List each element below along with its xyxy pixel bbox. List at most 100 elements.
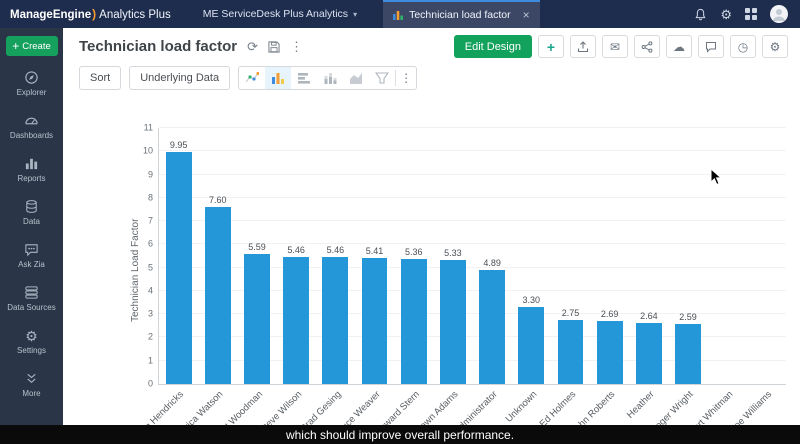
sidebar-item-dashboards[interactable]: Dashboards xyxy=(0,105,63,148)
chart-bar[interactable] xyxy=(322,256,349,384)
tab-label: Technician load factor xyxy=(409,9,511,21)
bar-value-label: 5.33 xyxy=(444,247,462,258)
bell-icon[interactable] xyxy=(694,8,707,21)
share-button[interactable] xyxy=(634,35,660,58)
chart-bar[interactable] xyxy=(244,253,270,384)
chart-bar[interactable] xyxy=(557,320,584,384)
chart-bar[interactable] xyxy=(518,307,545,384)
report-header: Technician load factor ⟳ ⋮ Edit Design + xyxy=(63,28,800,60)
gear-icon[interactable]: ⚙ xyxy=(720,8,732,21)
email-button[interactable]: ✉ xyxy=(602,35,628,58)
bar-slot: 2.69 John Roberts xyxy=(570,128,629,437)
edit-design-button[interactable]: Edit Design xyxy=(453,35,532,58)
sidebar-item-label: Ask Zia xyxy=(18,260,45,269)
chart-bar[interactable] xyxy=(675,323,701,384)
sidebar-item-settings[interactable]: ⚙ Settings xyxy=(0,320,63,363)
chart-bar[interactable] xyxy=(479,270,506,384)
database-icon xyxy=(26,200,37,213)
close-icon[interactable]: × xyxy=(523,8,530,22)
plus-icon: + xyxy=(12,39,20,53)
topbar-actions: ⚙ xyxy=(694,5,800,23)
more-options-icon[interactable]: ⋮ xyxy=(290,40,303,53)
chat-bubble-icon xyxy=(25,244,38,257)
bar-value-label: 2.59 xyxy=(679,311,697,322)
refresh-icon[interactable]: ⟳ xyxy=(247,40,258,53)
bar-slot: 5.46 Steve Wilson xyxy=(257,128,316,436)
chart-type-more-icon[interactable]: ⋮ xyxy=(396,71,416,85)
export-icon xyxy=(577,40,589,52)
chart-bar[interactable] xyxy=(439,259,466,384)
chart-type-stacked-icon[interactable] xyxy=(317,67,343,89)
schedule-button[interactable]: ◷ xyxy=(730,35,756,58)
chart-bar[interactable] xyxy=(361,258,388,384)
add-button[interactable]: + xyxy=(538,35,564,58)
publish-button[interactable]: ☁ xyxy=(666,35,692,58)
chart-type-column-icon[interactable] xyxy=(265,67,292,89)
bar-slot: 5.41 Bruce Weaver xyxy=(332,128,394,439)
bar-value-label: 5.36 xyxy=(404,247,423,258)
topbar: ManageEngine ) Analytics Plus ME Service… xyxy=(0,0,800,28)
y-axis-tick-label: 11 xyxy=(143,122,153,133)
sidebar-item-data-sources[interactable]: Data Sources xyxy=(0,277,63,320)
chart-type-switcher: ⋮ xyxy=(238,66,418,90)
bar-slot: 4.89 administrator xyxy=(453,128,512,436)
create-button[interactable]: + Create xyxy=(5,36,58,56)
export-button[interactable] xyxy=(570,35,596,58)
bar-value-label: 7.60 xyxy=(209,195,227,206)
report-toolbar: Sort Underlying Data ⋮ xyxy=(63,60,800,94)
bar-value-label: 5.46 xyxy=(326,244,345,255)
main-content: Technician load factor ⟳ ⋮ Edit Design + xyxy=(63,28,800,444)
chart-type-area-icon[interactable] xyxy=(343,67,369,89)
caption-bar: which should improve overall performance… xyxy=(0,425,800,444)
brand-separator-icon: ) xyxy=(92,7,97,21)
page-title: Technician load factor xyxy=(79,38,238,55)
chart-bar[interactable] xyxy=(635,322,662,384)
sidebar-item-more[interactable]: More xyxy=(0,363,63,406)
mail-icon: ✉ xyxy=(609,39,621,54)
x-axis-category-label: Heather xyxy=(624,389,657,421)
sidebar-item-label: Data xyxy=(23,217,40,226)
chart-type-bar-icon[interactable] xyxy=(291,67,317,89)
sidebar-item-label: Data Sources xyxy=(7,303,56,312)
underlying-data-button[interactable]: Underlying Data xyxy=(129,66,231,90)
sidebar-item-label: Dashboards xyxy=(9,131,54,140)
sort-button[interactable]: Sort xyxy=(79,66,122,90)
save-icon[interactable] xyxy=(268,40,280,53)
y-axis-tick-label: 10 xyxy=(142,145,153,156)
settings-button[interactable]: ⚙ xyxy=(762,35,788,58)
comment-icon xyxy=(706,41,716,53)
sidebar-item-explorer[interactable]: Explorer xyxy=(0,62,63,105)
bar-value-label: 5.59 xyxy=(248,241,266,252)
comment-button[interactable] xyxy=(698,35,724,58)
tab-technician-load-factor[interactable]: Technician load factor × xyxy=(383,0,540,28)
chart-type-scatter-icon[interactable] xyxy=(239,67,265,89)
bar-value-label: 2.75 xyxy=(561,308,580,318)
sidebar-item-label: Settings xyxy=(17,345,46,355)
chart-bar[interactable] xyxy=(204,207,231,384)
sidebar-item-label: More xyxy=(22,389,41,398)
chart-bar[interactable] xyxy=(165,152,192,384)
bar-slot: Robert Whitman xyxy=(679,128,747,444)
brand-manageengine: ManageEngine xyxy=(10,9,92,21)
chart-bar[interactable] xyxy=(596,321,623,384)
sidebar-item-label: Explorer xyxy=(16,88,47,97)
bar-slot: 5.33 Shawn Adams xyxy=(410,128,472,440)
chart-bar[interactable] xyxy=(400,259,427,384)
workspace-selector[interactable]: ME ServiceDesk Plus Analytics ▾ xyxy=(203,8,357,20)
chart-container: Technician Load Factor 9.95 Lynn Hendrick… xyxy=(126,116,800,444)
bar-value-label: 3.30 xyxy=(522,295,541,306)
user-avatar[interactable] xyxy=(770,5,788,23)
chart-type-funnel-icon[interactable] xyxy=(369,67,395,89)
sidebar-item-ask-zia[interactable]: Ask Zia xyxy=(0,234,63,277)
double-chevron-down-icon xyxy=(27,373,36,383)
chart-bar[interactable] xyxy=(283,256,310,384)
compass-icon xyxy=(25,71,38,84)
y-axis-tick-label: 0 xyxy=(147,378,153,389)
sidebar-item-reports[interactable]: Reports xyxy=(0,148,63,191)
bar-value-label: 2.69 xyxy=(600,309,619,320)
workspace-name: ME ServiceDesk Plus Analytics xyxy=(202,8,349,20)
apps-grid-icon[interactable] xyxy=(745,8,757,20)
x-axis-category-label: Unknown xyxy=(503,389,540,425)
sidebar-item-data[interactable]: Data xyxy=(0,191,63,234)
person-icon xyxy=(773,9,785,21)
